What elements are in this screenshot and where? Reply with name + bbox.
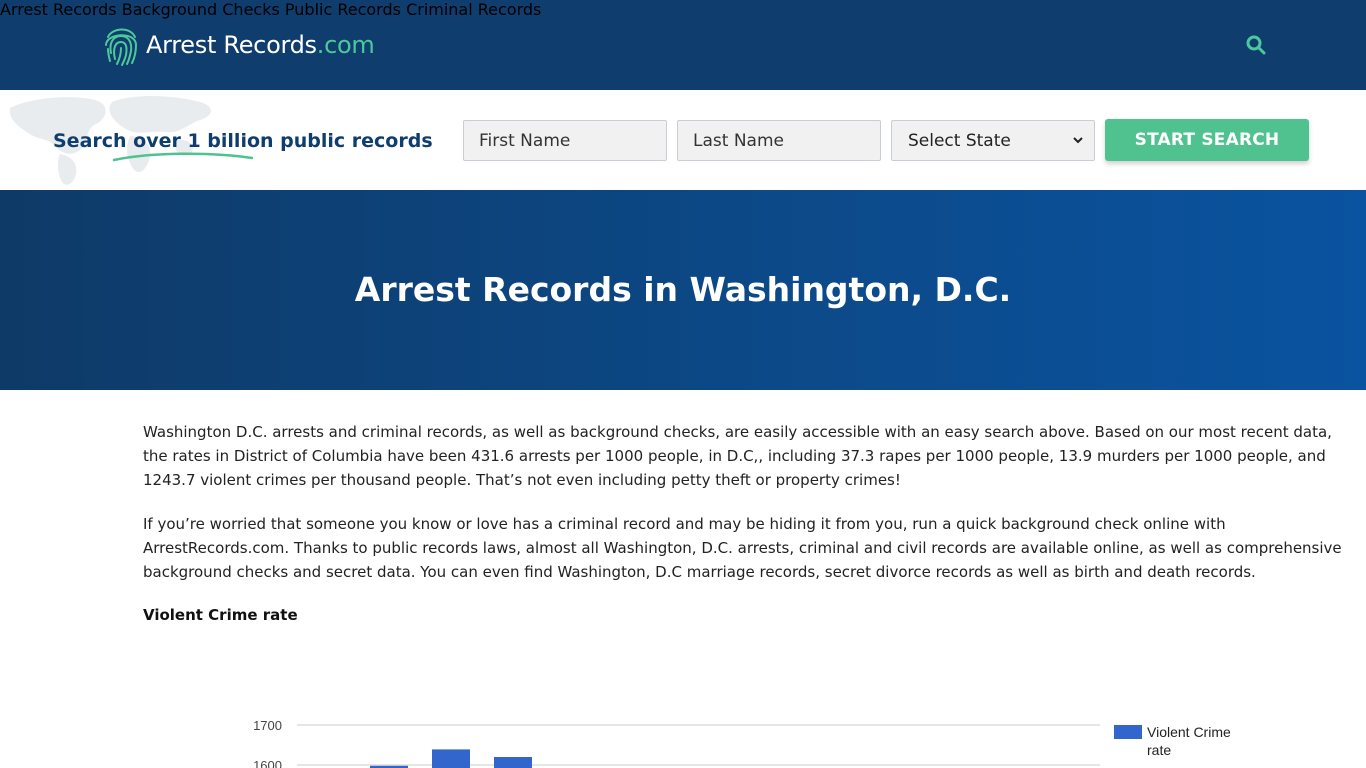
top-navigation-bar: Arrest Records.com Arrest Records Backgr… [0,0,1366,90]
nav-background-checks[interactable]: Background Checks [122,0,280,19]
legend-label: Violent Crime [1147,724,1231,740]
intro-paragraph: Washington D.C. arrests and criminal rec… [143,420,1332,492]
nav-public-records[interactable]: Public Records [285,0,401,19]
paragraph-line: the rates in District of Columbia have b… [143,447,1326,465]
chart-bar [432,749,470,768]
search-tagline: Search over 1 billion public records [53,130,433,152]
site-logo[interactable]: Arrest Records.com [102,22,375,68]
chevron-down-icon [1073,137,1083,144]
state-select-value: Select State [908,130,1011,151]
tagline-underline-decoration [112,152,254,162]
paragraph-line: ArrestRecords.com. Thanks to public reco… [143,539,1342,557]
start-search-button[interactable]: START SEARCH [1105,119,1309,161]
search-icon[interactable] [1246,35,1266,55]
violent-crime-bar-chart: 1700 1600 Violent Crime rate [253,718,1231,768]
background-check-paragraph: If you’re worried that someone you know … [143,512,1342,584]
logo-main: Arrest Records [146,31,317,59]
chart-heading: Violent Crime rate [143,606,298,624]
paragraph-line: background checks and secret data. You c… [143,563,1256,581]
y-tick-label: 1700 [253,718,282,733]
page-title: Arrest Records in Washington, D.C. [354,270,1012,309]
logo-tld: .com [316,31,375,59]
legend-swatch [1114,725,1142,739]
nav-arrest-records[interactable]: Arrest Records [0,0,117,19]
state-select[interactable]: Select State [891,120,1095,161]
paragraph-line: Washington D.C. arrests and criminal rec… [143,423,1332,441]
hero-banner: Arrest Records in Washington, D.C. [0,190,1366,390]
last-name-input[interactable] [677,120,881,161]
logo-text: Arrest Records.com [146,31,375,59]
nav-criminal-records[interactable]: Criminal Records [406,0,541,19]
article-content: Washington D.C. arrests and criminal rec… [143,420,1342,604]
chart-bar [494,757,532,768]
paragraph-line: 1243.7 violent crimes per thousand peopl… [143,471,901,489]
y-tick-label: 1600 [253,758,282,768]
search-bar: Search over 1 billion public records Sel… [0,90,1366,190]
legend-label: rate [1147,742,1171,758]
fingerprint-icon [105,28,138,66]
first-name-input[interactable] [463,120,667,161]
paragraph-line: If you’re worried that someone you know … [143,515,1226,533]
